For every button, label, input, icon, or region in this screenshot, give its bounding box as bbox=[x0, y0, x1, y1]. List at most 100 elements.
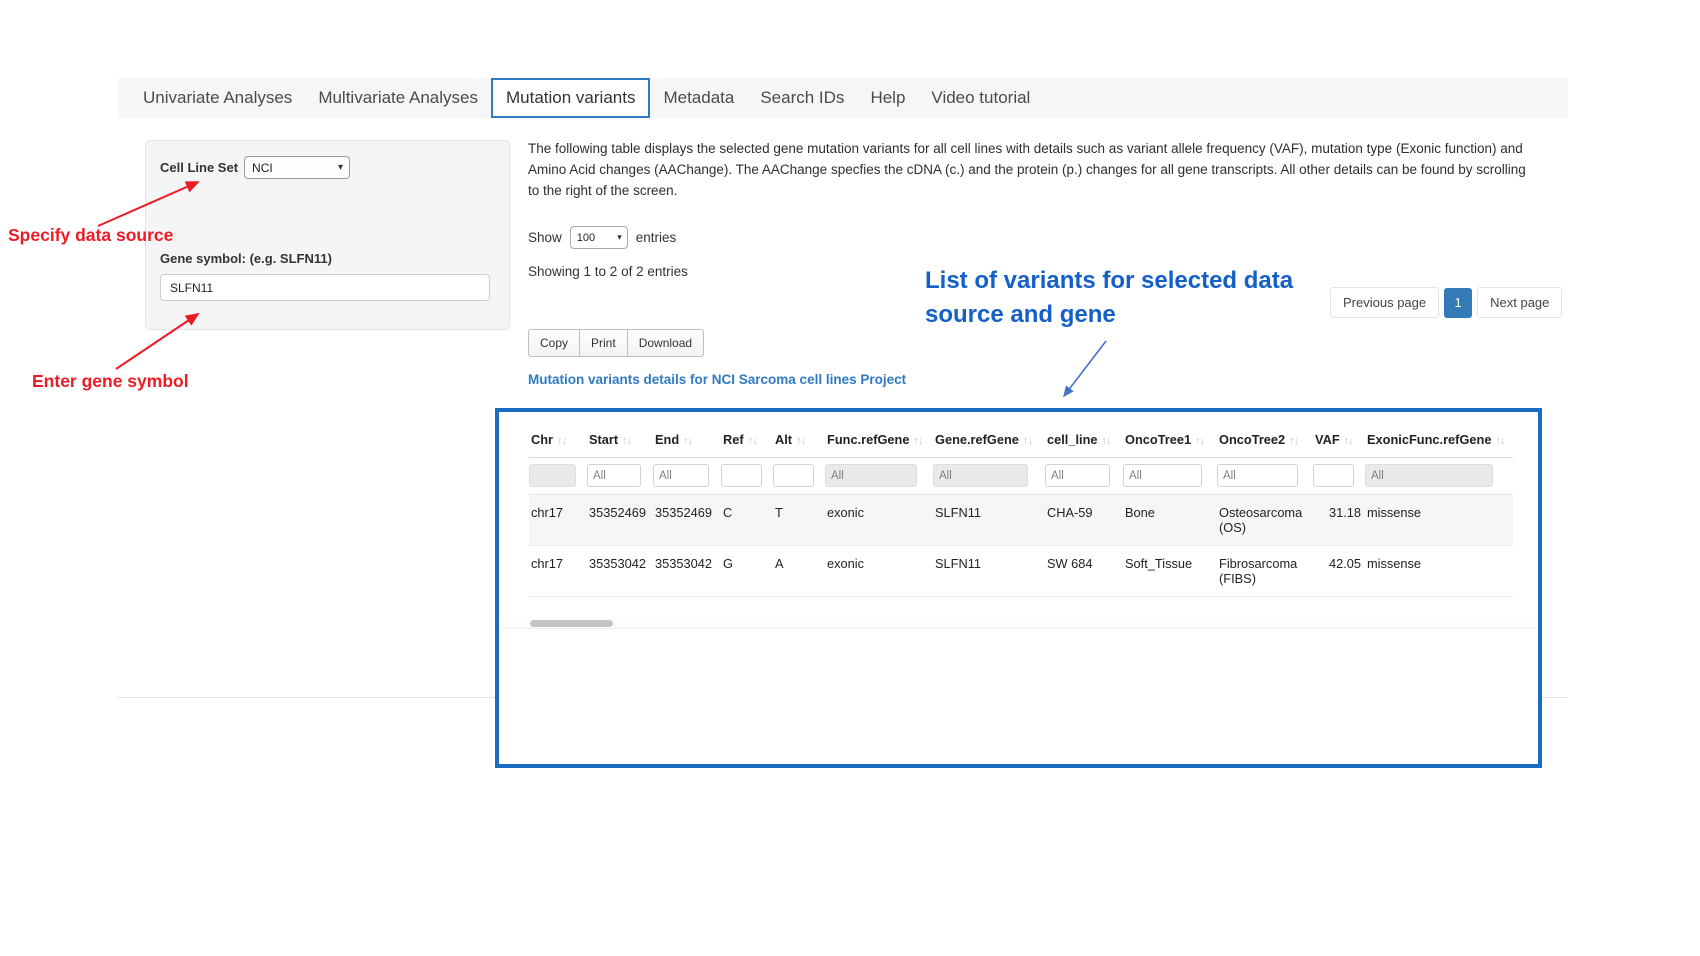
sort-icon bbox=[914, 435, 923, 447]
column-label: Chr bbox=[531, 432, 553, 447]
cell-vaf: 42.05 bbox=[1313, 546, 1365, 597]
export-button-group: Copy Print Download bbox=[528, 329, 704, 357]
cell-ref: C bbox=[721, 495, 773, 546]
tab-description: The following table displays the selecte… bbox=[528, 138, 1528, 201]
cell-chr: chr17 bbox=[529, 546, 587, 597]
gene-symbol-input[interactable] bbox=[160, 274, 490, 301]
sort-icon bbox=[1102, 435, 1111, 447]
nav-tab-metadata[interactable]: Metadata bbox=[650, 78, 747, 118]
column-header-oncotree1[interactable]: OncoTree1 bbox=[1123, 424, 1217, 458]
cell-cell-line: SW 684 bbox=[1045, 546, 1123, 597]
column-label: End bbox=[655, 432, 679, 447]
filter-input-chr[interactable] bbox=[529, 464, 576, 487]
column-header-oncotree2[interactable]: OncoTree2 bbox=[1217, 424, 1313, 458]
sort-icon bbox=[622, 435, 631, 447]
column-label: OncoTree1 bbox=[1125, 432, 1191, 447]
annotation-specify-data-source: Specify data source bbox=[8, 225, 173, 246]
filter-input-func-refgene[interactable] bbox=[825, 464, 917, 487]
blue-arrow-to-table bbox=[1064, 341, 1106, 396]
cell-vaf: 31.18 bbox=[1313, 495, 1365, 546]
header-row: Chr Start End Ref Alt Func.refGene Gene.… bbox=[529, 424, 1513, 458]
horizontal-scrollbar-track[interactable] bbox=[501, 618, 1536, 629]
sort-icon bbox=[1023, 435, 1032, 447]
download-button[interactable]: Download bbox=[627, 329, 704, 357]
cell-func-refgene: exonic bbox=[825, 495, 933, 546]
annotation-enter-gene-symbol: Enter gene symbol bbox=[32, 371, 189, 392]
copy-button[interactable]: Copy bbox=[528, 329, 580, 357]
cell-chr: chr17 bbox=[529, 495, 587, 546]
entries-label: entries bbox=[636, 230, 677, 245]
filter-input-vaf[interactable] bbox=[1313, 464, 1354, 487]
current-page-button[interactable]: 1 bbox=[1444, 288, 1472, 318]
column-header-chr[interactable]: Chr bbox=[529, 424, 587, 458]
gene-symbol-label: Gene symbol: (e.g. SLFN11) bbox=[160, 251, 332, 266]
column-label: Gene.refGene bbox=[935, 432, 1019, 447]
cell-gene-refgene: SLFN11 bbox=[933, 546, 1045, 597]
cell-alt: A bbox=[773, 546, 825, 597]
sort-icon bbox=[683, 435, 692, 447]
cell-cell-line: CHA-59 bbox=[1045, 495, 1123, 546]
filter-input-ref[interactable] bbox=[721, 464, 762, 487]
filter-input-exonicfunc-refgene[interactable] bbox=[1365, 464, 1493, 487]
variants-table-container: Chr Start End Ref Alt Func.refGene Gene.… bbox=[495, 408, 1542, 768]
column-header-func-refgene[interactable]: Func.refGene bbox=[825, 424, 933, 458]
column-header-start[interactable]: Start bbox=[587, 424, 653, 458]
cell-oncotree1: Bone bbox=[1123, 495, 1217, 546]
nav-tab-multivariate-analyses[interactable]: Multivariate Analyses bbox=[305, 78, 491, 118]
column-label: VAF bbox=[1315, 432, 1340, 447]
column-label: Func.refGene bbox=[827, 432, 910, 447]
filter-input-end[interactable] bbox=[653, 464, 709, 487]
next-page-button[interactable]: Next page bbox=[1477, 287, 1562, 318]
nav-tab-video-tutorial[interactable]: Video tutorial bbox=[918, 78, 1043, 118]
column-label: Ref bbox=[723, 432, 744, 447]
column-header-end[interactable]: End bbox=[653, 424, 721, 458]
print-button[interactable]: Print bbox=[579, 329, 628, 357]
column-header-alt[interactable]: Alt bbox=[773, 424, 825, 458]
sort-icon bbox=[1195, 435, 1204, 447]
cell-ref: G bbox=[721, 546, 773, 597]
cell-exonicfunc: missense bbox=[1365, 546, 1513, 597]
column-header-vaf[interactable]: VAF bbox=[1313, 424, 1365, 458]
filter-input-cell-line[interactable] bbox=[1045, 464, 1110, 487]
page-length-select[interactable]: 100 ▾ bbox=[570, 226, 628, 249]
cell-oncotree2: Osteosarcoma (OS) bbox=[1217, 495, 1313, 546]
table-row[interactable]: chr17 35353042 35353042 G A exonic SLFN1… bbox=[529, 546, 1513, 597]
nav-tab-help[interactable]: Help bbox=[857, 78, 918, 118]
cell-exonicfunc: missense bbox=[1365, 495, 1513, 546]
sort-icon bbox=[1344, 435, 1353, 447]
sort-icon bbox=[557, 435, 566, 447]
show-entries-control: Show 100 ▾ entries bbox=[528, 226, 676, 249]
cell-end: 35353042 bbox=[653, 546, 721, 597]
control-panel: Cell Line Set NCI ▾ Gene symbol: (e.g. S… bbox=[145, 140, 510, 330]
column-header-exonicfunc-refgene[interactable]: ExonicFunc.refGene bbox=[1365, 424, 1513, 458]
nav-tab-search-ids[interactable]: Search IDs bbox=[747, 78, 857, 118]
chevron-down-icon: ▾ bbox=[617, 232, 622, 243]
sort-icon bbox=[1289, 435, 1298, 447]
cell-line-set-select[interactable]: NCI ▾ bbox=[244, 156, 350, 179]
column-label: OncoTree2 bbox=[1219, 432, 1285, 447]
filter-input-alt[interactable] bbox=[773, 464, 814, 487]
previous-page-button[interactable]: Previous page bbox=[1330, 287, 1439, 318]
nav-tab-mutation-variants[interactable]: Mutation variants bbox=[491, 78, 650, 118]
table-row[interactable]: chr17 35352469 35352469 C T exonic SLFN1… bbox=[529, 495, 1513, 546]
show-label: Show bbox=[528, 230, 562, 245]
filter-input-oncotree2[interactable] bbox=[1217, 464, 1298, 487]
table-caption-link[interactable]: Mutation variants details for NCI Sarcom… bbox=[528, 372, 906, 387]
filter-input-gene-refgene[interactable] bbox=[933, 464, 1028, 487]
cell-end: 35352469 bbox=[653, 495, 721, 546]
top-navbar: Univariate Analyses Multivariate Analyse… bbox=[118, 78, 1568, 118]
column-header-ref[interactable]: Ref bbox=[721, 424, 773, 458]
cell-line-set-value: NCI bbox=[252, 161, 273, 175]
column-header-cell-line[interactable]: cell_line bbox=[1045, 424, 1123, 458]
column-header-gene-refgene[interactable]: Gene.refGene bbox=[933, 424, 1045, 458]
sort-icon bbox=[796, 435, 805, 447]
cell-oncotree1: Soft_Tissue bbox=[1123, 546, 1217, 597]
page: Univariate Analyses Multivariate Analyse… bbox=[0, 0, 1700, 956]
filter-input-oncotree1[interactable] bbox=[1123, 464, 1202, 487]
horizontal-scrollbar-thumb[interactable] bbox=[530, 620, 613, 627]
filter-input-start[interactable] bbox=[587, 464, 641, 487]
cell-start: 35352469 bbox=[587, 495, 653, 546]
nav-tab-univariate-analyses[interactable]: Univariate Analyses bbox=[130, 78, 305, 118]
sort-icon bbox=[1495, 435, 1504, 447]
column-label: ExonicFunc.refGene bbox=[1367, 432, 1491, 447]
